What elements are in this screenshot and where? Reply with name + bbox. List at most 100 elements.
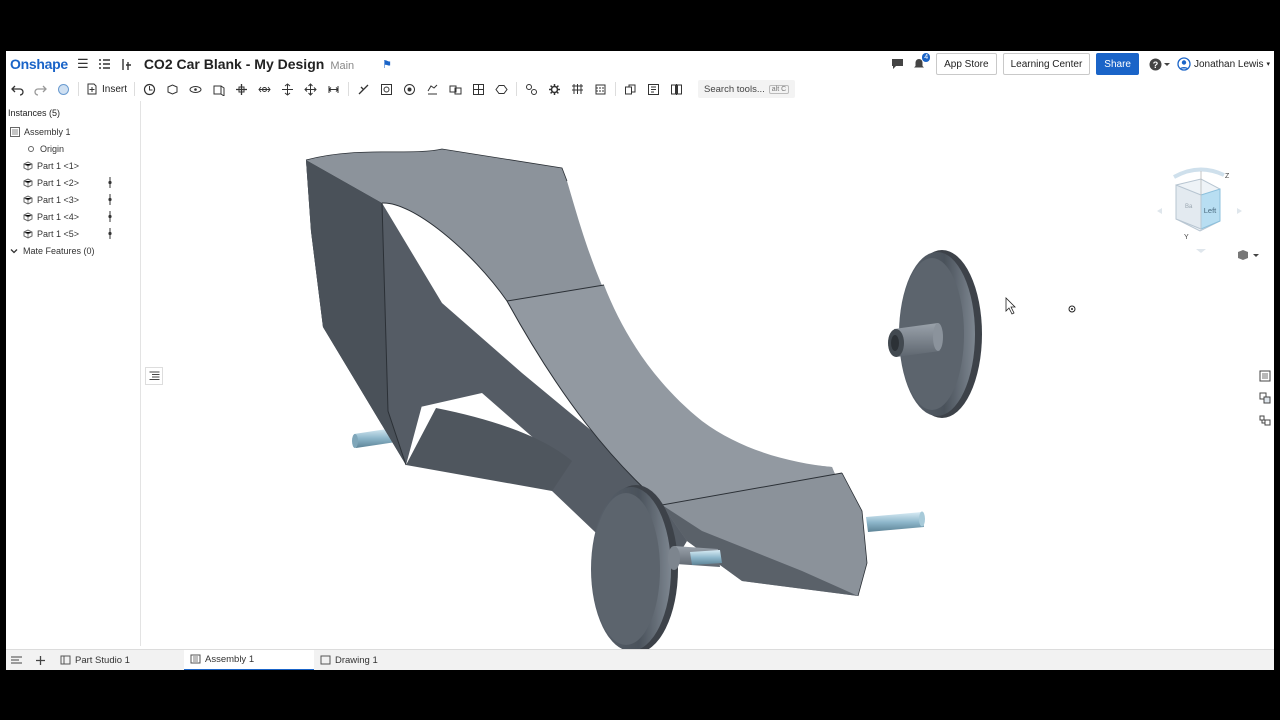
planar-mate-icon[interactable]	[230, 79, 253, 99]
tab-manager-icon[interactable]	[6, 650, 27, 671]
redo-icon[interactable]	[29, 79, 52, 99]
slider-mate-icon[interactable]	[207, 79, 230, 99]
user-name: Jonathan Lewis	[1193, 58, 1264, 70]
svg-text:?: ?	[1153, 60, 1159, 70]
toolbar-separator	[78, 82, 79, 96]
tree-item-part[interactable]: Part 1 <5>	[6, 225, 140, 242]
part-icon	[23, 228, 33, 239]
named-positions-icon[interactable]	[490, 79, 513, 99]
car-body[interactable]	[305, 148, 868, 597]
search-shortcut-hint: alt C	[768, 84, 790, 94]
view-cube[interactable]: Left Ba Z Y	[1154, 161, 1244, 261]
axis-z-label: Z	[1225, 173, 1230, 180]
document-list-icon[interactable]	[98, 57, 112, 71]
tangent-mate-icon[interactable]	[352, 79, 375, 99]
onshape-logo[interactable]: Onshape	[10, 56, 68, 72]
assembly-icon	[10, 126, 20, 137]
tree-item-part[interactable]: Part 1 <2>	[6, 174, 140, 191]
gear-icon[interactable]	[543, 79, 566, 99]
user-dropdown-icon: ▾	[1266, 61, 1270, 68]
toolbar-separator	[516, 82, 518, 96]
select-icon[interactable]	[52, 79, 75, 99]
instance-list-panel: Instances (5) Assembly 1 Origin Part 1 <…	[6, 101, 141, 646]
model-render	[305, 148, 1076, 653]
mate-indicator-icon	[108, 177, 112, 188]
linear-relation-icon[interactable]	[619, 79, 642, 99]
ball-mate-icon[interactable]	[375, 79, 398, 99]
screw-relation-icon[interactable]	[589, 79, 612, 99]
app-header: Onshape ☰ CO2 Car Blank - My Design Main…	[6, 51, 1274, 77]
search-tools-input[interactable]: Search tools... alt C	[698, 80, 796, 98]
share-button[interactable]: Share	[1096, 53, 1139, 75]
user-menu[interactable]: Jonathan Lewis ▾	[1177, 57, 1270, 71]
insert-button[interactable]: Insert	[82, 83, 131, 95]
replicate-icon[interactable]	[138, 79, 161, 99]
branch-label[interactable]: Main	[330, 60, 354, 72]
part-icon	[23, 211, 33, 222]
app-store-button[interactable]: App Store	[936, 53, 997, 75]
measure-icon[interactable]	[642, 79, 665, 99]
wheel-separate[interactable]	[888, 250, 982, 418]
drawing-icon	[320, 655, 331, 665]
instances-title: Instances (5)	[8, 108, 61, 118]
view-cube-face-label: Left	[1204, 206, 1217, 215]
mate-indicator-icon	[108, 228, 112, 239]
version-flag-icon[interactable]: ⚑	[382, 58, 392, 71]
chevron-down-icon[interactable]	[9, 246, 19, 256]
toolbar-separator	[348, 82, 350, 96]
fastened-mate-icon[interactable]	[161, 79, 184, 99]
features-icon[interactable]	[120, 57, 134, 71]
tree-item-part[interactable]: Part 1 <3>	[6, 191, 140, 208]
front-axle-right[interactable]	[866, 511, 925, 533]
header-right: 4 App Store Learning Center Share ? Jona…	[882, 53, 1270, 75]
configurations-icon[interactable]	[1258, 391, 1272, 405]
explode-view-icon[interactable]	[467, 79, 490, 99]
comments-icon[interactable]	[890, 57, 904, 71]
view-cube-back-label: Ba	[1185, 204, 1193, 210]
bom-icon[interactable]	[1258, 413, 1272, 427]
mate-connector-icon[interactable]	[398, 79, 421, 99]
pin-slot-mate-icon[interactable]	[276, 79, 299, 99]
graphics-viewport[interactable]: Left Ba Z Y	[142, 101, 1274, 653]
assembly-tab-icon	[190, 654, 201, 664]
document-tabs-bar: Part Studio 1 Assembly 1 Drawing 1	[6, 649, 1274, 670]
section-view-icon[interactable]	[665, 79, 688, 99]
part-studio-icon	[60, 655, 71, 665]
tree-item-mate-features[interactable]: Mate Features (0)	[6, 242, 140, 259]
revolute-mate-icon[interactable]	[184, 79, 207, 99]
part-icon	[23, 160, 33, 171]
group-icon[interactable]	[421, 79, 444, 99]
tree-item-assembly[interactable]: Assembly 1	[6, 123, 140, 140]
gear-relation-icon[interactable]	[520, 79, 543, 99]
tree-item-origin[interactable]: Origin	[6, 140, 140, 157]
appearance-panel-icon[interactable]	[1258, 369, 1272, 383]
relation-icon[interactable]	[444, 79, 467, 99]
mate-indicator-icon	[108, 194, 112, 205]
toolbar-separator	[615, 82, 617, 96]
assembly-toolbar: Insert Search tools... alt C	[6, 78, 1274, 100]
part-icon	[23, 194, 33, 205]
tab-part-studio[interactable]: Part Studio 1	[54, 650, 184, 671]
cylindrical-mate-icon[interactable]	[253, 79, 276, 99]
add-tab-icon[interactable]	[27, 650, 54, 671]
cube-view-icon	[1238, 250, 1259, 260]
view-options-dropdown[interactable]	[1236, 249, 1260, 261]
menu-icon[interactable]: ☰	[76, 56, 90, 71]
tree-item-part[interactable]: Part 1 <4>	[6, 208, 140, 225]
tab-drawing[interactable]: Drawing 1	[314, 650, 444, 671]
undo-icon[interactable]	[6, 79, 29, 99]
learning-center-button[interactable]: Learning Center	[1002, 53, 1091, 75]
rack-pinion-icon[interactable]	[566, 79, 589, 99]
rotation-pivot-icon	[1068, 305, 1076, 313]
mate-indicator-icon	[108, 211, 112, 222]
part-icon	[23, 177, 33, 188]
notifications-icon[interactable]: 4	[912, 53, 931, 71]
parallel-mate-icon[interactable]	[322, 79, 345, 99]
move-icon[interactable]	[299, 79, 322, 99]
origin-icon	[26, 144, 36, 154]
tab-assembly[interactable]: Assembly 1	[184, 649, 314, 670]
help-icon[interactable]: ?	[1149, 57, 1171, 71]
tree-item-part[interactable]: Part 1 <1>	[6, 157, 140, 174]
user-avatar-icon	[1177, 57, 1191, 71]
document-title[interactable]: CO2 Car Blank - My Design	[144, 56, 325, 72]
